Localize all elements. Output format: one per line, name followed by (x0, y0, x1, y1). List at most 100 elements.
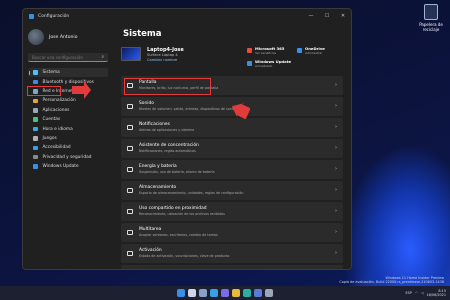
language-indicator[interactable]: ESP (406, 291, 412, 295)
device-summary: Laptop4-Jose Surface Laptop 4 Cambiar no… (121, 46, 343, 69)
minimize-button[interactable]: — (303, 13, 319, 19)
search-icon[interactable] (188, 289, 196, 297)
sidebar-item-apps[interactable]: Aplicaciones (28, 106, 108, 115)
chevron-right-icon: › (335, 187, 337, 194)
sidebar-item-monitor[interactable]: Sistema (28, 68, 108, 78)
quick-links: Microsoft 365 Ver beneficios OneDrive Admin… (247, 46, 343, 69)
sidebar-item-person[interactable]: Cuentas (28, 115, 108, 124)
settings-window: Configuración — ☐ ✕ Jose Antonio ⌕ Siste… (22, 8, 352, 270)
chevron-right-icon: › (335, 82, 337, 89)
shield-icon (33, 154, 38, 160)
annotation-arrow-display (231, 102, 250, 120)
settings-card[interactable]: Pantalla Monitores, brillo, luz nocturna,… (121, 75, 343, 95)
sidebar-item-globe[interactable]: Hora e idioma (28, 124, 108, 133)
card-subtitle: Acoplar ventanas, escritorios, cambio de… (139, 232, 218, 237)
accessibility-icon (33, 145, 38, 151)
apps-icon (33, 108, 38, 113)
quick-link[interactable]: Microsoft 365 Ver beneficios (247, 46, 293, 55)
sidebar-item-game[interactable]: Juegos (28, 134, 108, 143)
system-tray: ESP ◠ ◁ 8:15 16/06/2021 (406, 289, 446, 297)
store-icon[interactable] (254, 289, 262, 297)
chevron-right-icon: › (335, 250, 337, 257)
annotation-arrow-sidebar (72, 81, 91, 99)
settings-card[interactable]: Activación Estado de activación, suscripc… (121, 243, 343, 263)
card-subtitle: Suspensión, uso de batería, ahorro de ba… (139, 169, 215, 174)
chevron-right-icon: › (335, 103, 337, 110)
sidebar-item-label: Hora e idioma (42, 126, 73, 132)
sidebar-item-label: Accesibilidad (42, 145, 71, 151)
settings-card[interactable]: Uso compartido en proximidad Reconocimien… (121, 201, 343, 221)
chevron-right-icon: › (335, 124, 337, 131)
evaluation-watermark: Windows 11 Home Insider Preview Copia de… (339, 276, 444, 284)
settings-card[interactable]: Notificaciones Alertas de aplicaciones y … (121, 117, 343, 137)
update-icon (33, 164, 38, 169)
card-subtitle: Alertas de aplicaciones y sistema (139, 127, 195, 132)
card-icon (127, 103, 133, 109)
windows-icon[interactable] (177, 289, 185, 297)
chat-icon[interactable] (221, 289, 229, 297)
settings-card[interactable]: Multitarea Acoplar ventanas, escritorios,… (121, 222, 343, 242)
person-icon (33, 117, 38, 122)
settings-icon[interactable] (265, 289, 273, 297)
card-icon (127, 187, 133, 193)
sidebar-item-shield[interactable]: Privacidad y seguridad (28, 153, 108, 162)
quick-link-icon (297, 48, 302, 53)
clock[interactable]: 8:15 16/06/2021 (426, 289, 446, 297)
quick-link-icon (247, 61, 252, 67)
card-icon (127, 124, 133, 130)
recycle-bin-icon (424, 4, 438, 20)
card-subtitle: Estado de activación, suscripciones, cla… (139, 253, 230, 258)
sidebar-item-label: Sistema (42, 70, 60, 76)
rename-link[interactable]: Cambiar nombre (147, 58, 184, 63)
chevron-right-icon: › (335, 208, 337, 215)
wifi-icon[interactable]: ◠ (415, 291, 418, 295)
sidebar-item-accessibility[interactable]: Accesibilidad (28, 143, 108, 152)
quick-link-subtitle: Ver beneficios (255, 50, 277, 55)
quick-link[interactable]: Windows Update Actualizado (247, 60, 293, 68)
maximize-button[interactable]: ☐ (319, 13, 335, 19)
sidebar-item-update[interactable]: Windows Update (28, 162, 108, 171)
bluetooth-icon (33, 79, 38, 85)
sidebar-item-label: Juegos (42, 135, 57, 141)
title-bar: Configuración — ☐ ✕ (23, 9, 351, 23)
taskbar-apps (177, 289, 273, 297)
card-subtitle: Espacio de almacenamiento, unidades, reg… (139, 190, 244, 195)
card-icon (127, 145, 133, 151)
quick-link[interactable]: OneDrive Administrar (297, 46, 343, 55)
explorer-icon[interactable] (232, 289, 240, 297)
search-input[interactable] (32, 54, 102, 60)
settings-card[interactable]: Asistente de concentración Notificaciones… (121, 138, 343, 158)
game-icon (33, 136, 38, 141)
monitor-icon (33, 70, 38, 75)
card-subtitle: Notificaciones, reglas automáticas (139, 148, 196, 153)
widgets-icon[interactable] (210, 289, 218, 297)
taskbar: ESP ◠ ◁ 8:15 16/06/2021 (0, 286, 450, 300)
volume-icon[interactable]: ◁ (421, 291, 424, 295)
search-box[interactable]: ⌕ (28, 53, 108, 62)
clock-date: 16/06/2021 (426, 293, 446, 297)
settings-card[interactable]: Solucionar problemas› (121, 264, 343, 269)
sidebar-item-brush[interactable]: Personalización (28, 96, 108, 105)
sidebar-item-label: Cuentas (42, 117, 61, 123)
card-subtitle: Reconocimiento, ubicación de los archivo… (139, 211, 225, 216)
taskview-icon[interactable] (199, 289, 207, 297)
card-icon (127, 229, 133, 235)
edge-icon[interactable] (243, 289, 251, 297)
close-button[interactable]: ✕ (335, 13, 351, 19)
settings-app-icon (29, 13, 34, 19)
settings-card[interactable]: Almacenamiento Espacio de almacenamiento,… (121, 180, 343, 200)
settings-card[interactable]: Energía y batería Suspensión, uso de bate… (121, 159, 343, 179)
device-thumbnail (121, 47, 141, 61)
sidebar-item-label: Windows Update (42, 164, 79, 170)
recycle-bin-label: Papelera de reciclaje (419, 22, 443, 32)
user-profile[interactable]: Jose Antonio (28, 29, 108, 45)
sidebar-item-label: Privacidad y seguridad (42, 154, 92, 160)
search-icon[interactable]: ⌕ (101, 54, 104, 60)
card-icon (127, 250, 133, 256)
card-subtitle: Monitores, brillo, luz nocturna, perfil … (139, 85, 219, 90)
sidebar-nav: Sistema Bluetooth y dispositivos Red e Int… (28, 68, 108, 171)
card-icon (127, 166, 133, 172)
recycle-bin[interactable]: Papelera de reciclaje (418, 4, 444, 32)
card-icon (127, 82, 133, 88)
avatar (28, 29, 44, 45)
